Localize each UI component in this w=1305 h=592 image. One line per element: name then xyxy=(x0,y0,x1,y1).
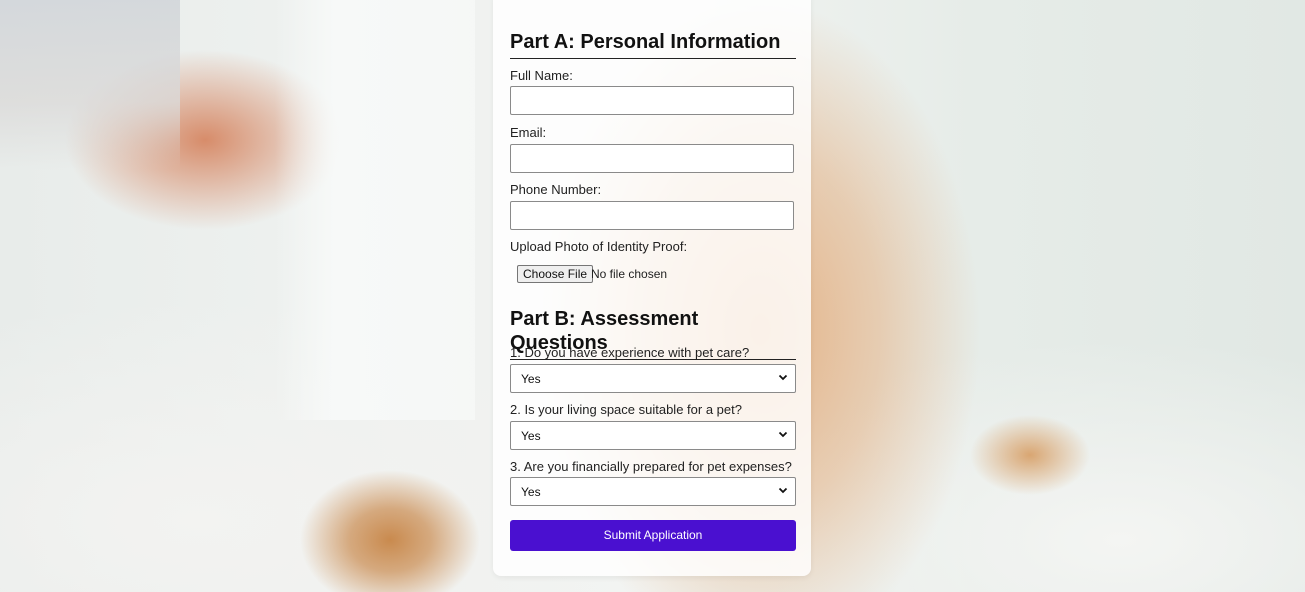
choose-file-button[interactable]: Choose File xyxy=(517,265,594,283)
phone-number-label: Phone Number: xyxy=(510,182,602,197)
chevron-down-icon xyxy=(778,431,788,438)
email-label: Email: xyxy=(510,125,547,140)
question-1-label: 1. Do you have experience with pet care? xyxy=(510,345,750,360)
email-input[interactable] xyxy=(510,144,794,173)
identity-proof-upload-label: Upload Photo of Identity Proof: xyxy=(510,239,688,254)
part-a-heading: Part A: Personal Information xyxy=(510,30,796,59)
file-status-text: No file chosen xyxy=(591,267,668,281)
question-2-selected-value: Yes xyxy=(521,429,541,443)
submit-application-button[interactable]: Submit Application xyxy=(510,520,796,551)
background-blur-panel xyxy=(275,0,475,420)
question-3-label: 3. Are you financially prepared for pet … xyxy=(510,459,792,474)
question-1-select[interactable]: Yes xyxy=(510,364,796,393)
full-name-input[interactable] xyxy=(510,86,794,115)
background-blur-shape xyxy=(0,0,180,170)
question-1-selected-value: Yes xyxy=(521,372,541,386)
phone-number-input[interactable] xyxy=(510,201,794,230)
full-name-label: Full Name: xyxy=(510,68,573,83)
question-2-select[interactable]: Yes xyxy=(510,421,796,450)
chevron-down-icon xyxy=(778,487,788,494)
question-2-label: 2. Is your living space suitable for a p… xyxy=(510,402,742,417)
chevron-down-icon xyxy=(778,374,788,381)
question-3-select[interactable]: Yes xyxy=(510,477,796,506)
question-3-selected-value: Yes xyxy=(521,485,541,499)
